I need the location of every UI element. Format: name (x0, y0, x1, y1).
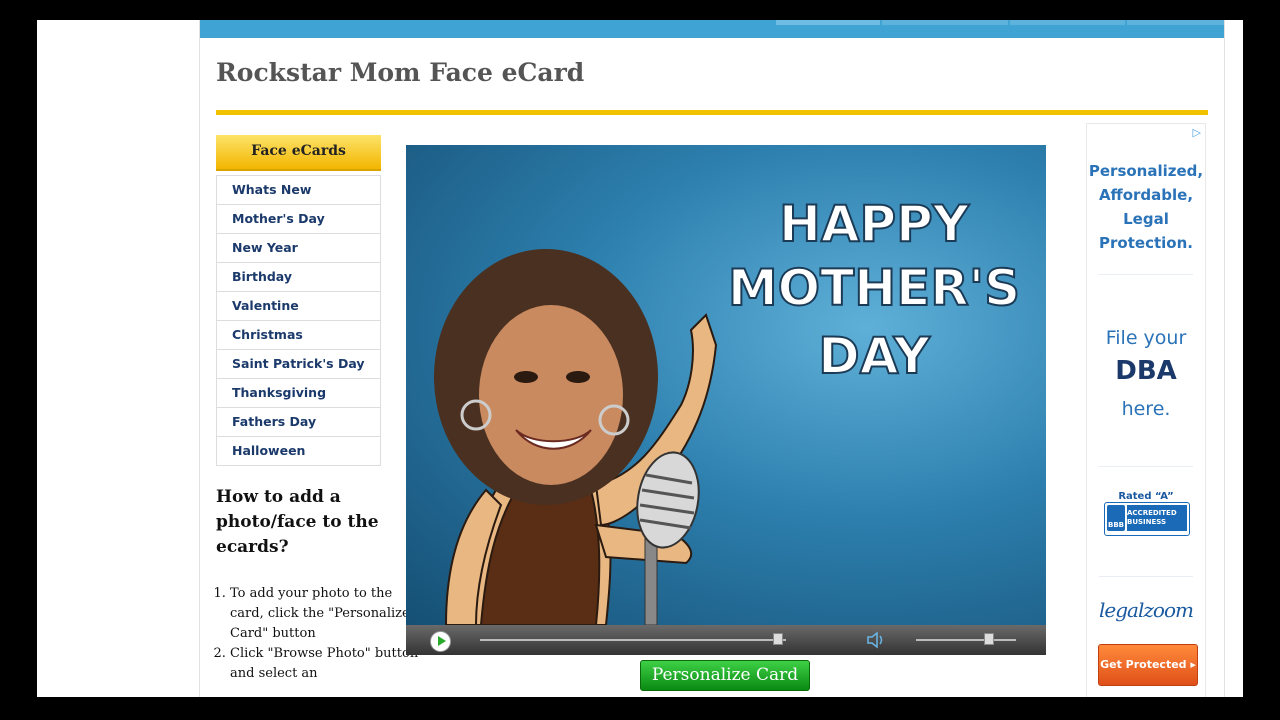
sidebar-item-new-year[interactable]: New Year (217, 234, 380, 263)
advertisement[interactable]: ▷ Personalized, Affordable, Legal Protec… (1086, 123, 1206, 697)
category-list: Whats New Mother's Day New Year Birthday… (216, 175, 381, 466)
sidebar-item-valentine[interactable]: Valentine (217, 292, 380, 321)
player-controls (406, 625, 1046, 655)
sidebar: Face eCards Whats New Mother's Day New Y… (216, 135, 381, 466)
browser-viewport: Rockstar Mom Face eCard Face eCards What… (37, 20, 1243, 697)
ad-line: Protection. (1099, 234, 1193, 252)
ad-line: Personalized, (1088, 162, 1204, 180)
ad-rating: Rated “A” (1118, 491, 1174, 502)
sidebar-item-birthday[interactable]: Birthday (217, 263, 380, 292)
page-title: Rockstar Mom Face eCard (216, 58, 585, 87)
nav-tab[interactable] (1127, 20, 1224, 25)
get-protected-button[interactable]: Get Protected ▸ (1098, 644, 1198, 686)
sidebar-item-halloween[interactable]: Halloween (217, 437, 380, 465)
sidebar-item-whats-new[interactable]: Whats New (217, 176, 380, 205)
greeting-line-1: HAPPY (779, 195, 970, 253)
seek-bar[interactable] (480, 633, 786, 645)
ad-headline: Personalized, Affordable, Legal Protecti… (1087, 159, 1205, 255)
seek-handle[interactable] (772, 633, 783, 645)
bbb-badge-icon: BBB ACCREDITED BUSINESS (1104, 502, 1190, 536)
volume-handle[interactable] (984, 633, 994, 645)
personalize-card-button[interactable]: Personalize Card (640, 660, 810, 691)
legalzoom-logo: legalzoom (1099, 598, 1194, 622)
ad-line: Affordable, (1098, 186, 1194, 204)
howto-heading: How to add a photo/face to the ecards? (216, 487, 379, 557)
ad-dba-main: DBA (1115, 356, 1177, 386)
ad-choices-icon[interactable]: ▷ (1193, 126, 1201, 139)
ad-dba-post: here. (1121, 398, 1171, 420)
greeting-line-2: MOTHER'S (728, 259, 1020, 317)
howto-step: To add your photo to the card, click the… (230, 584, 420, 644)
ecard-stage[interactable]: HAPPY MOTHER'S DAY (406, 145, 1046, 625)
ad-divider (1099, 466, 1193, 467)
sidebar-heading: Face eCards (216, 135, 381, 171)
nav-tab[interactable] (882, 20, 1008, 25)
speaker-icon[interactable] (866, 631, 886, 649)
volume-slider[interactable] (916, 633, 1016, 645)
page-container: Rockstar Mom Face eCard Face eCards What… (199, 20, 1225, 697)
ad-divider (1099, 274, 1193, 275)
sidebar-item-thanksgiving[interactable]: Thanksgiving (217, 379, 380, 408)
play-icon[interactable] (430, 631, 451, 652)
ecard-player: HAPPY MOTHER'S DAY (406, 145, 1046, 655)
howto-steps: To add your photo to the card, click the… (192, 584, 420, 684)
howto-step: Click "Browse Photo" button and select a… (230, 644, 420, 684)
sidebar-item-fathers-day[interactable]: Fathers Day (217, 408, 380, 437)
ad-divider (1099, 576, 1193, 577)
ad-dba-pre: File your (1105, 327, 1187, 349)
nav-tab[interactable] (1010, 20, 1125, 25)
sidebar-item-saint-patricks-day[interactable]: Saint Patrick's Day (217, 350, 380, 379)
face-photo (434, 249, 658, 505)
sidebar-item-mothers-day[interactable]: Mother's Day (217, 205, 380, 234)
ad-line: Legal (1123, 210, 1169, 228)
bbb-logo: BBB (1107, 505, 1125, 531)
top-nav-bar (200, 20, 1224, 38)
ecard-artwork: HAPPY MOTHER'S DAY (434, 194, 1021, 625)
nav-tab[interactable] (776, 20, 880, 25)
sidebar-item-christmas[interactable]: Christmas (217, 321, 380, 350)
greeting-line-3: DAY (818, 327, 930, 385)
title-divider (216, 110, 1208, 115)
bbb-text: ACCREDITED BUSINESS (1127, 505, 1187, 531)
